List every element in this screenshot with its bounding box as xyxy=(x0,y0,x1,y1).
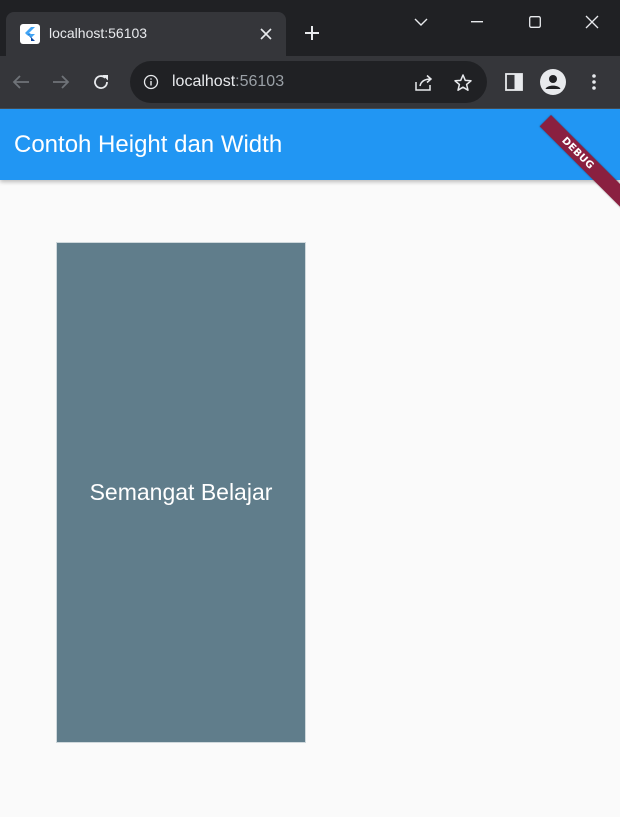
container-text: Semangat Belajar xyxy=(89,479,273,505)
url-port: :56103 xyxy=(235,73,285,90)
profile-icon[interactable] xyxy=(540,69,566,95)
browser-tab[interactable]: localhost:56103 xyxy=(6,12,286,56)
close-tab-icon[interactable] xyxy=(256,24,276,44)
url-text: localhost:56103 xyxy=(172,73,284,91)
kebab-menu-icon[interactable] xyxy=(581,69,607,95)
flutter-icon xyxy=(20,24,40,44)
app-bar: Contoh Height dan Width xyxy=(0,109,620,180)
tab-title: localhost:56103 xyxy=(49,25,148,41)
sized-container: Semangat Belajar xyxy=(56,242,306,743)
arrow-left-icon[interactable] xyxy=(8,69,34,95)
url-host: localhost xyxy=(172,73,236,90)
maximize-icon[interactable] xyxy=(517,8,553,36)
info-icon[interactable] xyxy=(142,73,160,91)
address-bar[interactable]: localhost:56103 xyxy=(130,61,487,103)
close-window-icon[interactable] xyxy=(574,8,610,36)
browser-toolbar: localhost:56103 xyxy=(0,56,620,108)
tab-strip: localhost:56103 xyxy=(0,0,620,56)
tab-search-icon[interactable] xyxy=(403,8,439,36)
browser-window: localhost:56103 localhost:56103 Contoh H… xyxy=(0,0,620,817)
star-icon[interactable] xyxy=(452,72,474,94)
page-title: Contoh Height dan Width xyxy=(14,131,283,158)
side-panel-icon[interactable] xyxy=(501,69,527,95)
arrow-right-icon[interactable] xyxy=(48,69,74,95)
reload-icon[interactable] xyxy=(88,69,114,95)
share-icon[interactable] xyxy=(413,72,435,94)
new-tab-icon[interactable] xyxy=(300,21,324,45)
minimize-icon[interactable] xyxy=(459,8,495,36)
